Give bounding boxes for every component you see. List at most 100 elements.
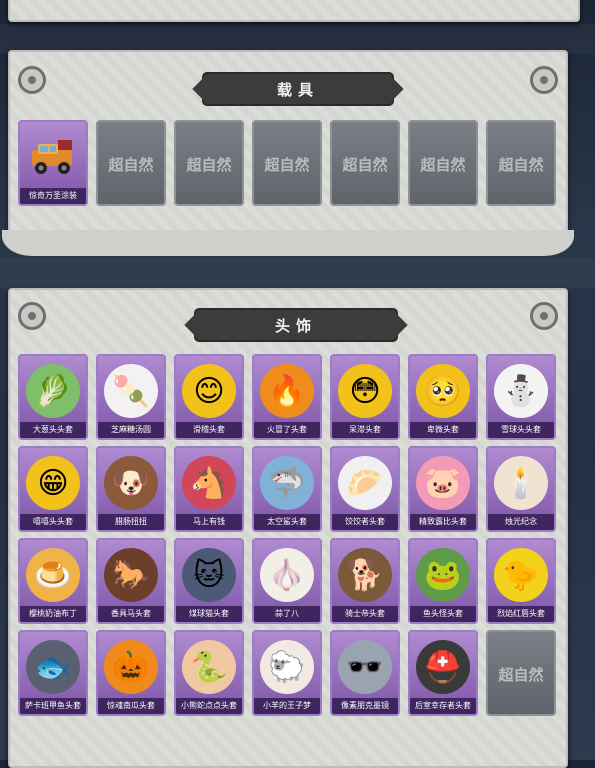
vehicle-label: 惊奇万圣涂装 <box>20 188 86 204</box>
headwear-label: 滑稽头套 <box>176 422 242 438</box>
vehicle-tile[interactable]: 超自然 <box>486 120 556 206</box>
headwear-tile[interactable]: 🐷 精致露比头套 <box>408 446 478 532</box>
locked-logo-icon: 超自然 <box>420 155 466 174</box>
headwear-label: 饺饺者头套 <box>332 514 398 530</box>
headwear-label: 樱桃奶油布丁 <box>20 606 86 622</box>
headwear-label: 马上有钱 <box>176 514 242 530</box>
headwear-tile[interactable]: 超自然 <box>486 630 556 716</box>
ornament-icon <box>18 302 46 330</box>
headwear-label: 骑士帝头套 <box>332 606 398 622</box>
headwear-tile[interactable]: 🧄 蒜了八 <box>252 538 322 624</box>
headwear-tile[interactable]: 🐍 小熊蛇点点头套 <box>174 630 244 716</box>
headwear-tile[interactable]: 🐱 煤球猫头套 <box>174 538 244 624</box>
headwear-label: 小熊蛇点点头套 <box>176 698 242 714</box>
headwear-tile[interactable]: 🐑 小羊的王子梦 <box>252 630 322 716</box>
headwear-item-icon: 🐑 <box>260 640 314 694</box>
locked-logo-icon: 超自然 <box>264 155 310 174</box>
headwear-item-icon: 🥬 <box>26 364 80 418</box>
ornament-icon <box>530 302 558 330</box>
headwear-label: 后室幸存者头套 <box>410 698 476 714</box>
headwear-label: 萨卡班甲鱼头套 <box>20 698 86 714</box>
headwear-label: 呆滞头套 <box>332 422 398 438</box>
headwear-label: 大葱头头套 <box>20 422 86 438</box>
headwear-tile[interactable]: 🔥 火冒了头套 <box>252 354 322 440</box>
headwear-item-icon: 🐎 <box>104 548 158 602</box>
headwear-item-icon: 🧄 <box>260 548 314 602</box>
headwear-label: 蒜了八 <box>254 606 320 622</box>
vehicle-tile[interactable]: 超自然 <box>408 120 478 206</box>
headwear-tile[interactable]: 🍮 樱桃奶油布丁 <box>18 538 88 624</box>
headwear-item-icon: 🍮 <box>26 548 80 602</box>
headwear-tile[interactable]: 🎃 惊魂南瓜头套 <box>96 630 166 716</box>
headwear-tile[interactable]: 🥺 卑微头套 <box>408 354 478 440</box>
ornament-icon <box>18 66 46 94</box>
vehicle-tile[interactable]: 超自然 <box>96 120 166 206</box>
headwear-tile[interactable]: 🐟 萨卡班甲鱼头套 <box>18 630 88 716</box>
vehicle-tile[interactable]: 惊奇万圣涂装 <box>18 120 88 206</box>
headwear-item-icon: 😁 <box>26 456 80 510</box>
headwear-tile[interactable]: 🐴 马上有钱 <box>174 446 244 532</box>
vehicle-tile[interactable]: 超自然 <box>330 120 400 206</box>
headwear-label: 太空鲨头套 <box>254 514 320 530</box>
headwear-label: 煤球猫头套 <box>176 606 242 622</box>
headwear-label: 芝麻糖汤圆 <box>98 422 164 438</box>
headwear-tile[interactable]: 🍡 芝麻糖汤圆 <box>96 354 166 440</box>
headwear-item-icon: 🐟 <box>26 640 80 694</box>
headwear-item-icon: 🐶 <box>104 456 158 510</box>
headwear-label: 精致露比头套 <box>410 514 476 530</box>
headwear-tile[interactable]: 🐤 烈焰红唇头套 <box>486 538 556 624</box>
vehicle-tile[interactable]: 超自然 <box>174 120 244 206</box>
vehicle-car-icon <box>28 138 78 174</box>
headwear-label: 像素朋克墨镜 <box>332 698 398 714</box>
headwear-item-icon: ⛑️ <box>416 640 470 694</box>
headwear-item-icon: ⛄ <box>494 364 548 418</box>
headwear-item-icon: 🥺 <box>416 364 470 418</box>
headwear-tile[interactable]: 🐸 鱼头怪头套 <box>408 538 478 624</box>
ornament-icon <box>530 66 558 94</box>
headwear-panel: 头饰 🥬 大葱头头套 🍡 芝麻糖汤圆 😊 滑稽头套 🔥 火冒了头套 😳 呆滞头套 🥺 卑微头套 ⛄ 雪球头… <box>8 288 568 768</box>
locked-logo-icon: 超自然 <box>186 155 232 174</box>
headwear-tile[interactable]: 🐶 腊肠扭扭 <box>96 446 166 532</box>
vehicles-panel: 载具 惊奇万圣涂装 超自然 超自然 超自然 超自然 超自然 超自然 <box>2 50 574 256</box>
headwear-label: 嘻嘻头头套 <box>20 514 86 530</box>
headwear-item-icon: 🍡 <box>104 364 158 418</box>
headwear-tile[interactable]: 🦈 太空鲨头套 <box>252 446 322 532</box>
headwear-tile[interactable]: 🐎 香具马头套 <box>96 538 166 624</box>
vehicle-tile[interactable]: 超自然 <box>252 120 322 206</box>
headwear-label: 烛光纪念 <box>488 514 554 530</box>
headwear-label: 香具马头套 <box>98 606 164 622</box>
previous-panel-bottom <box>8 0 580 22</box>
headwear-item-icon: 🐍 <box>182 640 236 694</box>
headwear-tile[interactable]: ⛄ 雪球头头套 <box>486 354 556 440</box>
headwear-item-icon: 🔥 <box>260 364 314 418</box>
headwear-tile[interactable]: 🕯️ 烛光纪念 <box>486 446 556 532</box>
headwear-tile[interactable]: 🕶️ 像素朋克墨镜 <box>330 630 400 716</box>
headwear-tile[interactable]: 😳 呆滞头套 <box>330 354 400 440</box>
headwear-tile[interactable]: 🐕 骑士帝头套 <box>330 538 400 624</box>
headwear-item-icon: 🐤 <box>494 548 548 602</box>
headwear-item-icon: 😳 <box>338 364 392 418</box>
headwear-item-icon: 🐕 <box>338 548 392 602</box>
headwear-tile[interactable]: 🥟 饺饺者头套 <box>330 446 400 532</box>
headwear-label: 鱼头怪头套 <box>410 606 476 622</box>
headwear-item-icon: 😊 <box>182 364 236 418</box>
headwear-label: 烈焰红唇头套 <box>488 606 554 622</box>
locked-logo-icon: 超自然 <box>498 155 544 174</box>
headwear-tile[interactable]: ⛑️ 后室幸存者头套 <box>408 630 478 716</box>
headwear-item-icon: 🦈 <box>260 456 314 510</box>
background-band <box>0 258 595 288</box>
headwear-item-icon: 🐴 <box>182 456 236 510</box>
section-title-headwear: 头饰 <box>196 310 396 340</box>
headwear-tile[interactable]: 😊 滑稽头套 <box>174 354 244 440</box>
headwear-item-icon: 🐸 <box>416 548 470 602</box>
locked-logo-icon: 超自然 <box>342 155 388 174</box>
headwear-label: 火冒了头套 <box>254 422 320 438</box>
headwear-tile[interactable]: 🥬 大葱头头套 <box>18 354 88 440</box>
headwear-label: 小羊的王子梦 <box>254 698 320 714</box>
headwear-label: 卑微头套 <box>410 422 476 438</box>
headwear-tile[interactable]: 😁 嘻嘻头头套 <box>18 446 88 532</box>
torn-edge <box>2 230 574 256</box>
headwear-item-icon: 🐱 <box>182 548 236 602</box>
locked-logo-icon: 超自然 <box>498 665 544 684</box>
headwear-item-icon: 🥟 <box>338 456 392 510</box>
